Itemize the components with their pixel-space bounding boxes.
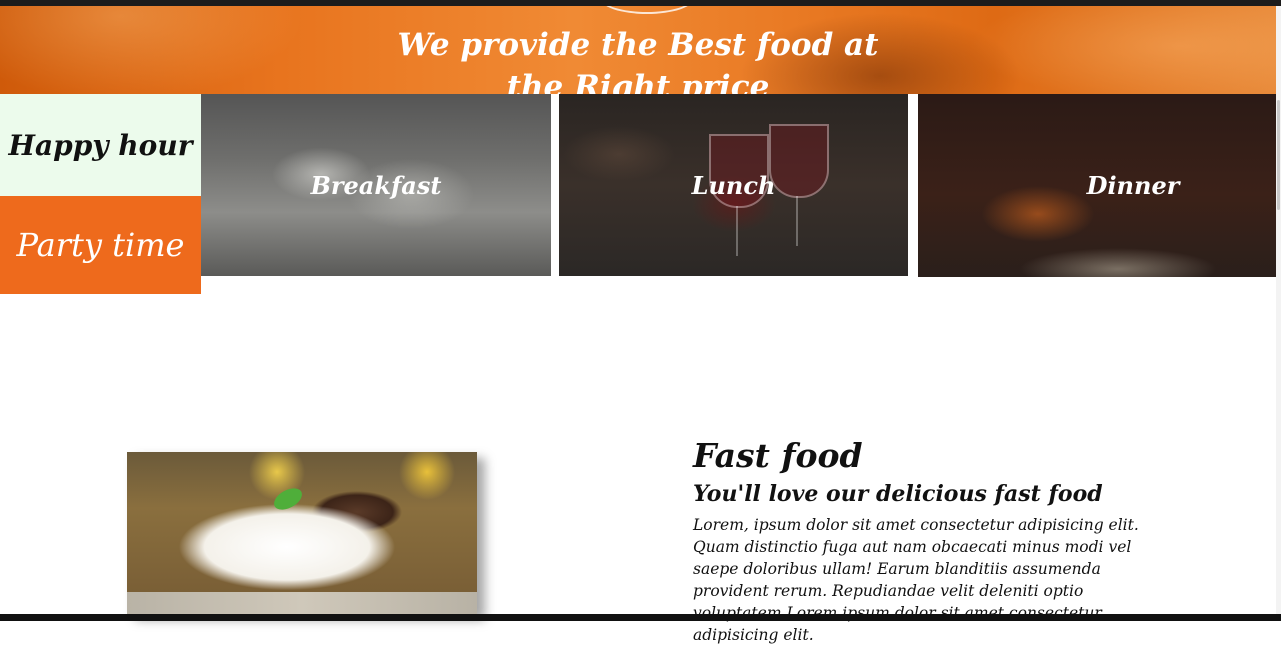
side-item-label: Party time bbox=[16, 226, 185, 264]
scrollbar-thumb[interactable] bbox=[1277, 100, 1280, 210]
vertical-scrollbar[interactable] bbox=[1276, 6, 1281, 614]
hero-tagline-line2: the Right price bbox=[0, 66, 1276, 94]
side-item-happy-hour[interactable]: Happy hour bbox=[0, 94, 201, 196]
meal-label: Lunch bbox=[691, 170, 776, 200]
section-subtitle: You'll love our delicious fast food bbox=[693, 481, 1103, 507]
section-title: Fast food bbox=[693, 436, 863, 475]
meal-label: Dinner bbox=[1086, 171, 1180, 200]
meal-card-lunch[interactable]: Lunch bbox=[559, 94, 908, 276]
hero-tagline-prefix: the bbox=[506, 69, 575, 94]
browser-bottom-edge bbox=[0, 614, 1281, 621]
section-body-text: Lorem, ipsum dolor sit amet consectetur … bbox=[693, 516, 1139, 644]
side-item-party-time[interactable]: Party time bbox=[0, 196, 201, 294]
meal-card-dinner[interactable]: Dinner bbox=[918, 94, 1276, 277]
wine-glass-image bbox=[769, 124, 829, 198]
hero-tagline-line1: We provide the Best food at bbox=[397, 27, 879, 63]
wine-glass-stem bbox=[796, 196, 798, 246]
wine-glass-stem bbox=[736, 206, 738, 256]
meal-label: Breakfast bbox=[310, 170, 442, 200]
hero-tagline-emphasis: Right price bbox=[574, 69, 770, 94]
hero-tagline: We provide the Best food at the Right pr… bbox=[0, 24, 1276, 94]
dessert-photo bbox=[127, 452, 477, 592]
fast-food-image-card bbox=[127, 452, 477, 614]
hero-banner: We provide the Best food at the Right pr… bbox=[0, 6, 1276, 94]
meal-card-breakfast[interactable]: Breakfast bbox=[201, 94, 551, 276]
side-item-label: Happy hour bbox=[8, 128, 193, 162]
second-photo-peek bbox=[127, 592, 477, 614]
